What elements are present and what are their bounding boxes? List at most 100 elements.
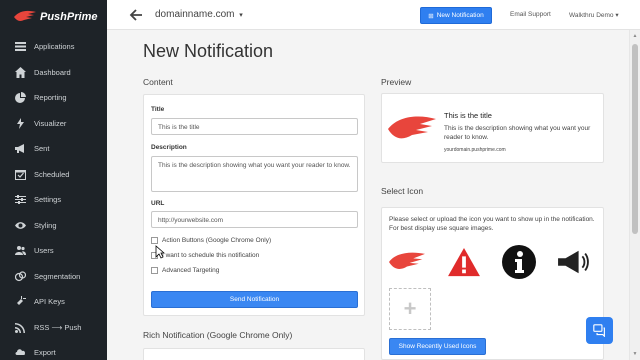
sidebar-item-settings[interactable]: Settings xyxy=(0,187,107,213)
sidebar-item-label: Settings xyxy=(34,195,62,205)
sidebar-item-label: Sent xyxy=(34,144,50,154)
sidebar: PushPrime Applications Dashboard Reporting… xyxy=(0,0,107,360)
bolt-icon xyxy=(14,117,26,129)
sidebar-item-label: Visualizer xyxy=(34,118,67,128)
megaphone-icon xyxy=(558,250,589,274)
sidebar-item-sent[interactable]: Sent xyxy=(0,136,107,162)
email-support-link[interactable]: Email Support xyxy=(510,11,551,18)
sidebar-item-label: Scheduled xyxy=(34,169,70,179)
sidebar-item-label: Applications xyxy=(34,42,75,52)
advanced-targeting-checkbox-row[interactable]: Advanced Targeting xyxy=(151,267,219,274)
back-arrow-icon[interactable] xyxy=(129,8,143,22)
sidebar-item-label: Reporting xyxy=(34,93,67,103)
sidebar-item-segmentation[interactable]: Segmentation xyxy=(0,264,107,290)
info-circle-icon xyxy=(502,245,536,279)
sliders-icon xyxy=(14,194,26,206)
icon-instructions: Please select or upload the icon you wan… xyxy=(389,216,595,233)
select-icon-card: Please select or upload the icon you wan… xyxy=(381,207,604,360)
plus-icon: + xyxy=(403,296,417,321)
preview-url: yourdomain.pushprime.com xyxy=(444,147,506,153)
eye-icon xyxy=(14,219,26,231)
title-label: Title xyxy=(151,106,165,113)
sidebar-item-rss-push[interactable]: RSS ⟶ Push xyxy=(0,315,107,341)
main-content: New Notification Content Preview Title T… xyxy=(107,30,629,360)
users-icon xyxy=(14,245,26,257)
plus-square-icon: ⊞ xyxy=(428,12,434,20)
sidebar-item-applications[interactable]: Applications xyxy=(0,34,107,60)
sidebar-item-label: Export xyxy=(34,348,56,358)
rich-notification-card xyxy=(143,348,365,360)
caret-down-icon: ▾ xyxy=(615,12,619,19)
send-notification-button[interactable]: Send Notification xyxy=(151,291,358,308)
title-input[interactable]: This is the title xyxy=(151,118,358,135)
sidebar-item-label: Styling xyxy=(34,220,57,230)
sidebar-item-users[interactable]: Users xyxy=(0,238,107,264)
schedule-label: I want to schedule this notification xyxy=(162,252,260,259)
pushprime-wing-icon xyxy=(389,252,425,269)
sidebar-item-scheduled[interactable]: Scheduled xyxy=(0,162,107,188)
action-buttons-label: Action Buttons (Google Chrome Only) xyxy=(162,237,272,244)
logo[interactable]: PushPrime xyxy=(0,0,107,34)
upload-icon-box[interactable]: + xyxy=(389,288,431,330)
sidebar-item-dashboard[interactable]: Dashboard xyxy=(0,60,107,86)
sidebar-item-label: RSS ⟶ Push xyxy=(34,322,82,332)
pushprime-wing-icon xyxy=(388,116,436,139)
scroll-thumb[interactable] xyxy=(632,44,638,234)
icon-option-warning[interactable] xyxy=(445,243,483,281)
schedule-checkbox-row[interactable]: I want to schedule this notification xyxy=(151,252,259,259)
sidebar-item-api-keys[interactable]: API Keys xyxy=(0,289,107,315)
new-notification-label: New Notification xyxy=(436,12,484,19)
scroll-up-icon[interactable]: ▲ xyxy=(632,33,638,39)
sidebar-item-label: API Keys xyxy=(34,297,65,307)
icon-option-pushprime[interactable] xyxy=(388,243,426,281)
domain-selector[interactable]: domainname.com ▾ xyxy=(155,9,243,20)
pushprime-wing-icon xyxy=(14,10,36,21)
plug-icon xyxy=(14,296,26,308)
sidebar-item-label: Dashboard xyxy=(34,67,71,77)
description-label: Description xyxy=(151,144,187,151)
sidebar-item-reporting[interactable]: Reporting xyxy=(0,85,107,111)
mouse-cursor-icon xyxy=(155,245,165,259)
show-recent-icons-button[interactable]: Show Recently Used Icons xyxy=(389,338,486,355)
icon-option-info[interactable] xyxy=(500,243,538,281)
walkthru-label: Walkthru Demo xyxy=(569,12,614,19)
advanced-targeting-checkbox[interactable] xyxy=(151,267,158,274)
sidebar-item-styling[interactable]: Styling xyxy=(0,213,107,239)
venn-icon xyxy=(14,270,26,282)
rss-icon xyxy=(14,321,26,333)
walkthru-demo-dropdown[interactable]: Walkthru Demo ▾ xyxy=(569,11,619,19)
content-form-card: Title This is the title Description This… xyxy=(143,94,365,316)
pie-chart-icon xyxy=(14,92,26,104)
calendar-check-icon xyxy=(14,168,26,180)
home-icon xyxy=(14,66,26,78)
scroll-down-icon[interactable]: ▼ xyxy=(632,351,638,357)
new-notification-button[interactable]: ⊞ New Notification xyxy=(420,7,492,24)
warning-triangle-icon xyxy=(448,247,480,277)
chat-bubbles-icon xyxy=(593,324,605,337)
preview-title: This is the title xyxy=(444,111,492,120)
action-buttons-checkbox[interactable] xyxy=(151,237,158,244)
sidebar-item-label: Segmentation xyxy=(34,271,81,281)
description-textarea[interactable]: This is the description showing what you… xyxy=(151,156,358,192)
preview-description: This is the description showing what you… xyxy=(444,125,591,142)
preview-card: This is the title This is the descriptio… xyxy=(381,93,604,163)
domain-name: domainname.com xyxy=(155,9,235,20)
icon-option-megaphone[interactable] xyxy=(554,243,592,281)
url-input[interactable]: http://yourwebsite.com xyxy=(151,211,358,228)
action-buttons-checkbox-row[interactable]: Action Buttons (Google Chrome Only) xyxy=(151,237,271,244)
topbar: domainname.com ▾ ⊞ New Notification Emai… xyxy=(107,0,640,30)
sidebar-item-export[interactable]: Export xyxy=(0,340,107,360)
bullhorn-icon xyxy=(14,143,26,155)
url-label: URL xyxy=(151,200,165,207)
page-title: New Notification xyxy=(143,41,274,61)
menu-icon xyxy=(14,41,26,53)
rich-notification-label: Rich Notification (Google Chrome Only) xyxy=(143,330,293,340)
sidebar-item-visualizer[interactable]: Visualizer xyxy=(0,111,107,137)
preview-label: Preview xyxy=(381,77,412,87)
cloud-download-icon xyxy=(14,347,26,359)
scrollbar[interactable]: ▲ ▼ xyxy=(629,30,640,360)
brand-name: PushPrime xyxy=(40,11,98,23)
chat-button[interactable] xyxy=(586,317,613,344)
content-label: Content xyxy=(143,77,173,87)
advanced-targeting-label: Advanced Targeting xyxy=(162,267,220,274)
